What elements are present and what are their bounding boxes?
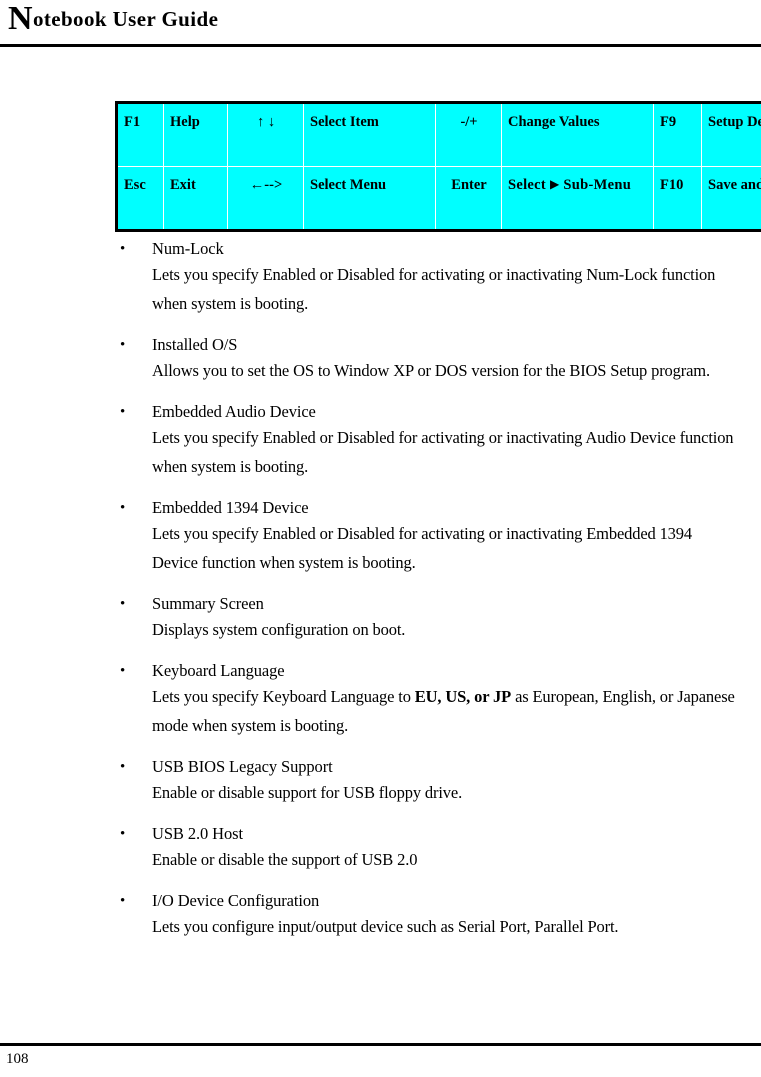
setting-description: Lets you configure input/output device s… xyxy=(152,917,619,936)
setting-description: Enable or disable the support of USB 2.0 xyxy=(152,850,418,869)
left-right-arrow-icon: ←--> xyxy=(227,166,304,231)
setting-description: Lets you specify Enabled or Disabled for… xyxy=(152,265,720,313)
cell-action-help: Help xyxy=(163,102,228,167)
setting-description: Enable or disable support for USB floppy… xyxy=(152,783,463,802)
title-rest: otebook User Guide xyxy=(32,7,219,31)
list-item: • Installed O/S Allows you to set the OS… xyxy=(115,333,745,385)
header-divider xyxy=(0,44,761,47)
cell-key-f9: F9 xyxy=(653,102,702,167)
cell-action-exit: Exit xyxy=(163,166,228,231)
setting-title: Num-Lock xyxy=(152,239,224,258)
list-item: • I/O Device Configuration Lets you conf… xyxy=(115,889,745,941)
settings-list: • Num-Lock Lets you specify Enabled or D… xyxy=(115,237,745,956)
cell-minus-plus: -/+ xyxy=(435,102,502,167)
cell-select-item: Select Item xyxy=(303,102,436,167)
setting-description: Lets you specify Enabled or Disabled for… xyxy=(152,524,700,572)
cell-key-enter: Enter xyxy=(435,166,502,231)
setting-title: USB 2.0 Host xyxy=(152,824,243,843)
cell-key-esc: Esc xyxy=(116,166,164,231)
setting-title: Keyboard Language xyxy=(152,661,285,680)
title-dropcap: N xyxy=(8,0,33,37)
setting-title: Summary Screen xyxy=(152,594,264,613)
table-row: Esc Exit ←--> Select Menu Enter Select ▶… xyxy=(116,166,761,231)
list-item: • Embedded Audio Device Lets you specify… xyxy=(115,400,745,481)
list-item: • Num-Lock Lets you specify Enabled or D… xyxy=(115,237,745,318)
bullet-icon: • xyxy=(120,500,126,516)
setting-title: USB BIOS Legacy Support xyxy=(152,757,333,776)
bullet-icon: • xyxy=(120,337,126,353)
page-title: Notebook User Guide xyxy=(8,2,218,36)
table-row: F1 Help ↑ ↓ Select Item -/+ Change Value… xyxy=(116,102,761,167)
up-down-arrow-icon: ↑ ↓ xyxy=(227,102,304,167)
list-item: • Summary Screen Displays system configu… xyxy=(115,592,745,644)
page-footer: 108 xyxy=(0,1035,761,1077)
page-header: Notebook User Guide xyxy=(0,0,761,48)
setting-title: Embedded 1394 Device xyxy=(152,498,309,517)
cell-setup-defaults: Setup Defaults xyxy=(701,102,761,167)
cell-select-menu: Select Menu xyxy=(303,166,436,231)
cell-key-f10: F10 xyxy=(653,166,702,231)
bullet-icon: • xyxy=(120,893,126,909)
cell-select-sub-menu: Select ▶ Sub-Menu xyxy=(501,166,654,231)
footer-divider xyxy=(0,1043,761,1046)
submenu-suffix: Sub-Menu xyxy=(559,177,632,193)
list-item: • USB BIOS Legacy Support Enable or disa… xyxy=(115,755,745,807)
bullet-icon: • xyxy=(120,759,126,775)
list-item: • USB 2.0 Host Enable or disable the sup… xyxy=(115,822,745,874)
setting-description: Allows you to set the OS to Window XP or… xyxy=(152,361,710,380)
desc-part-before: Lets you specify Keyboard Language to xyxy=(152,687,415,706)
bullet-icon: • xyxy=(120,826,126,842)
cell-save-and-exit: Save and Exit xyxy=(701,166,761,231)
cell-key-f1: F1 xyxy=(116,102,164,167)
triangle-right-icon: ▶ xyxy=(549,177,560,191)
setting-description: Displays system configuration on boot. xyxy=(152,620,406,639)
bullet-icon: • xyxy=(120,663,126,679)
bullet-icon: • xyxy=(120,404,126,420)
submenu-prefix: Select xyxy=(508,177,550,193)
page-number: 108 xyxy=(6,1051,29,1067)
setting-title: Embedded Audio Device xyxy=(152,402,316,421)
list-item: • Keyboard Language Lets you specify Key… xyxy=(115,659,745,740)
setting-title: Installed O/S xyxy=(152,335,238,354)
setting-title: I/O Device Configuration xyxy=(152,891,320,910)
list-item: • Embedded 1394 Device Lets you specify … xyxy=(115,496,745,577)
setting-description: Lets you specify Enabled or Disabled for… xyxy=(152,428,738,476)
desc-part-bold: EU, US, or JP xyxy=(414,687,512,706)
cell-change-values: Change Values xyxy=(501,102,654,167)
setting-description: Lets you specify Keyboard Language to EU… xyxy=(152,682,745,740)
bullet-icon: • xyxy=(120,241,126,257)
bios-key-legend-table: F1 Help ↑ ↓ Select Item -/+ Change Value… xyxy=(115,101,761,232)
bullet-icon: • xyxy=(120,596,126,612)
